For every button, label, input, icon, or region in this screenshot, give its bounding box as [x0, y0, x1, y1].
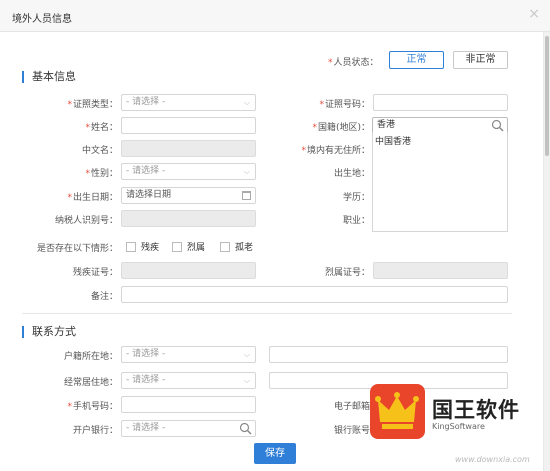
- taxpayer-id-input: [121, 210, 256, 227]
- watermark: 国王软件 KingSoftware: [370, 384, 520, 442]
- taxpayer-id-label: 纳税人识别号：: [54, 216, 118, 226]
- checkbox-elderly[interactable]: 孤老: [220, 240, 253, 253]
- disability-no-label: 残疾证号：: [72, 268, 118, 278]
- status-abnormal-button[interactable]: 非正常: [453, 51, 508, 69]
- checkbox-disability[interactable]: 残疾: [126, 240, 159, 253]
- dropdown-option-hong-kong[interactable]: 中国香港: [375, 134, 411, 147]
- chevron-down-icon: ⌵: [243, 350, 250, 359]
- close-icon[interactable]: ×: [528, 7, 540, 21]
- bank-label: 开户银行：: [72, 426, 118, 436]
- crown-logo-icon: [370, 384, 425, 439]
- gender-label: *性别：: [85, 169, 118, 179]
- dialog-title: 境外人员信息: [12, 14, 72, 25]
- checkbox-box[interactable]: [220, 241, 230, 252]
- id-number-input[interactable]: [373, 94, 508, 111]
- remark-input[interactable]: [121, 286, 508, 303]
- residence-label: *境内有无住所：: [301, 146, 370, 156]
- checkbox-box[interactable]: [126, 241, 136, 252]
- birthdate-picker[interactable]: 请选择日期: [121, 187, 256, 204]
- status-normal-button[interactable]: 正常: [389, 51, 444, 69]
- chinese-name-label: 中文名：: [81, 146, 118, 156]
- birthdate-label: *出生日期：: [67, 193, 118, 203]
- chevron-down-icon: ⌵: [243, 376, 250, 385]
- search-icon[interactable]: [491, 119, 504, 132]
- id-number-label: *证照号码：: [319, 100, 370, 110]
- gender-select[interactable]: - 请选择 - ⌵: [121, 163, 256, 180]
- section-contact: 联系方式: [22, 326, 76, 338]
- dialog-titlebar: 境外人员信息 ×: [0, 0, 550, 32]
- chevron-down-icon: ⌵: [243, 167, 250, 176]
- habitual-label: 经常居住地：: [63, 378, 118, 388]
- search-icon[interactable]: [239, 422, 252, 435]
- bank-select[interactable]: - 请选择 -: [121, 420, 256, 437]
- occupation-label: 职业：: [342, 216, 370, 226]
- id-type-label: *证照类型：: [67, 100, 118, 110]
- nationality-label: *国籍(地区)：: [312, 123, 370, 133]
- martyr-no-label: 烈属证号：: [324, 268, 370, 278]
- status-label: *人员状态：: [328, 58, 379, 68]
- account-label: 银行账号: [333, 426, 370, 436]
- watermark-name: 国王软件: [432, 398, 520, 422]
- section-basic-info: 基本信息: [22, 71, 76, 83]
- scrollbar[interactable]: [543, 32, 550, 471]
- id-type-select[interactable]: - 请选择 - ⌵: [121, 94, 256, 111]
- habitual-select[interactable]: - 请选择 - ⌵: [121, 372, 256, 389]
- chinese-name-input: [121, 140, 256, 157]
- checkbox-martyr[interactable]: 烈属: [172, 240, 205, 253]
- martyr-no-input: [373, 262, 508, 279]
- situation-label: 是否存在以下情形：: [36, 244, 118, 254]
- name-input[interactable]: [121, 117, 256, 134]
- mobile-label: *手机号码：: [67, 402, 118, 412]
- household-address-input[interactable]: [269, 346, 508, 363]
- remark-label: 备注：: [90, 292, 118, 302]
- checkbox-box[interactable]: [172, 241, 182, 252]
- birthplace-label: 出生地：: [333, 169, 370, 179]
- email-label: 电子邮箱: [333, 402, 370, 412]
- watermark-sub: KingSoftware: [432, 422, 485, 431]
- household-label: 户籍所在地：: [63, 352, 118, 362]
- mobile-input[interactable]: [121, 396, 256, 413]
- scrollbar-thumb[interactable]: [545, 36, 549, 156]
- section-divider: [22, 313, 512, 314]
- disability-no-input: [121, 262, 256, 279]
- name-label: *姓名：: [85, 123, 118, 133]
- calendar-icon: [242, 191, 251, 200]
- watermark-url: www.downxia.com: [455, 455, 530, 464]
- nationality-dropdown: 中国香港: [372, 132, 508, 232]
- education-label: 学历：: [342, 193, 370, 203]
- save-button[interactable]: 保存: [254, 443, 296, 464]
- household-select[interactable]: - 请选择 - ⌵: [121, 346, 256, 363]
- chevron-down-icon: ⌵: [243, 98, 250, 107]
